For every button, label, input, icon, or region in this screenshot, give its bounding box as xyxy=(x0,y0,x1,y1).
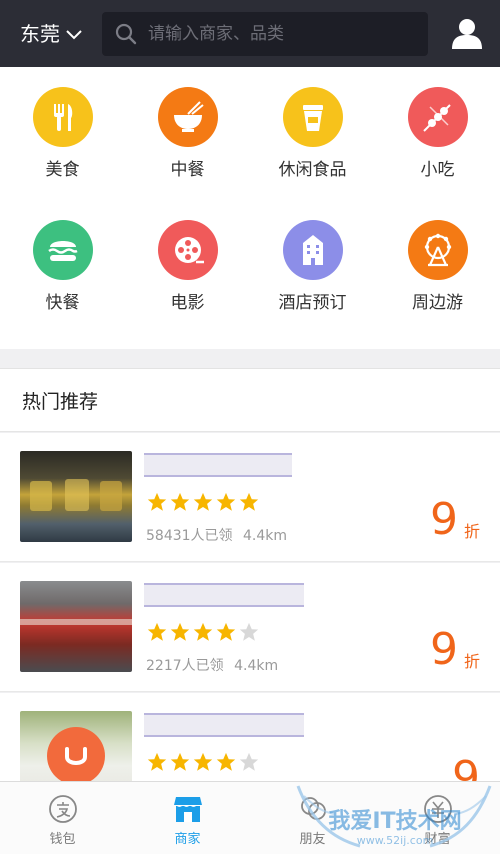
category-circle xyxy=(407,87,468,147)
category-zhoubian[interactable]: 周边游 xyxy=(375,220,500,315)
star-icon xyxy=(170,622,190,641)
category-label: 快餐 xyxy=(45,293,80,313)
star-icon xyxy=(147,752,167,771)
film-reel-icon xyxy=(174,237,204,264)
discount: 9 折 xyxy=(430,495,480,545)
fork-knife-icon xyxy=(53,104,72,131)
star-icon xyxy=(193,752,213,771)
bottom-nav: 钱包 商家 朋友 财富 xyxy=(0,781,500,854)
hotel-icon xyxy=(302,235,323,265)
claimed-count: 58431人已领 xyxy=(146,528,233,544)
category-circle xyxy=(32,87,93,147)
star-rating xyxy=(146,491,261,513)
user-profile-icon[interactable] xyxy=(450,16,484,50)
store-icon xyxy=(173,797,202,822)
category-grid: 美食 中餐 休闲食品 小吃 快餐 电影 酒店预订 周边游 xyxy=(0,67,500,349)
category-dianying[interactable]: 电影 xyxy=(125,220,250,315)
merchant-thumbnail xyxy=(20,451,132,542)
skewer-icon xyxy=(422,104,451,132)
chevron-down-icon xyxy=(66,30,82,40)
category-label: 酒店预订 xyxy=(278,293,347,313)
star-empty-icon xyxy=(239,752,259,771)
category-circle xyxy=(32,220,93,280)
cup-icon xyxy=(302,105,323,131)
star-icon xyxy=(216,622,236,641)
discount-unit: 折 xyxy=(463,652,480,671)
top-bar: 东莞 请输入商家、品类 xyxy=(0,0,500,67)
category-circle xyxy=(282,220,343,280)
redacted-name-bar xyxy=(144,583,304,607)
item-meta: 58431人已领 4.4km xyxy=(146,526,287,546)
star-icon xyxy=(193,492,213,511)
star-icon xyxy=(170,492,190,511)
star-rating xyxy=(146,751,261,773)
star-icon xyxy=(170,752,190,771)
redacted-name-bar xyxy=(144,453,292,477)
star-empty-icon xyxy=(239,622,259,641)
category-xiaochi[interactable]: 小吃 xyxy=(375,87,500,182)
ferris-wheel-icon xyxy=(424,233,451,267)
category-zhongcan[interactable]: 中餐 xyxy=(125,87,250,182)
star-icon xyxy=(239,492,259,511)
claimed-count: 2217人已领 xyxy=(146,658,224,674)
tab-label: 钱包 xyxy=(49,832,76,847)
merchant-thumbnail xyxy=(20,711,132,781)
app-logo-icon xyxy=(47,727,105,781)
search-icon xyxy=(115,23,137,45)
burger-icon xyxy=(47,241,78,261)
category-label: 休闲食品 xyxy=(278,160,347,180)
category-label: 小吃 xyxy=(420,160,455,180)
discount-value: 9 xyxy=(452,752,480,782)
tab-label: 朋友 xyxy=(299,832,326,847)
category-kuaican[interactable]: 快餐 xyxy=(0,220,125,315)
merchant-item[interactable]: 9 xyxy=(0,693,500,781)
category-jiudian[interactable]: 酒店预订 xyxy=(250,220,375,315)
discount-unit: 折 xyxy=(463,522,480,541)
wealth-icon xyxy=(423,795,452,823)
star-icon xyxy=(216,752,236,771)
tab-label: 商家 xyxy=(174,832,201,847)
merchant-thumbnail xyxy=(20,581,132,672)
category-label: 中餐 xyxy=(170,160,205,180)
city-selector[interactable]: 东莞 xyxy=(20,20,82,48)
merchant-item[interactable]: 58431人已领 4.4km 9 折 xyxy=(0,433,500,562)
category-circle xyxy=(157,87,218,147)
friends-icon xyxy=(300,797,326,820)
category-circle xyxy=(157,220,218,280)
star-icon xyxy=(147,492,167,511)
tab-wallet[interactable]: 钱包 xyxy=(0,782,125,854)
discount: 9 xyxy=(452,752,480,782)
category-xiuxian[interactable]: 休闲食品 xyxy=(250,87,375,182)
discount-value: 9 xyxy=(429,494,458,545)
tab-friends[interactable]: 朋友 xyxy=(250,782,375,854)
discount-value: 9 xyxy=(429,624,458,675)
item-meta: 2217人已领 4.4km xyxy=(146,656,278,676)
search-input[interactable]: 请输入商家、品类 xyxy=(102,12,428,56)
category-circle xyxy=(282,87,343,147)
tab-wealth[interactable]: 财富 xyxy=(375,782,500,854)
category-label: 美食 xyxy=(45,160,80,180)
discount: 9 折 xyxy=(430,625,480,675)
merchant-item[interactable]: 2217人已领 4.4km 9 折 xyxy=(0,563,500,692)
redacted-name-bar xyxy=(144,713,304,737)
wallet-icon xyxy=(48,795,77,823)
search-placeholder: 请输入商家、品类 xyxy=(148,24,284,44)
star-icon xyxy=(193,622,213,641)
section-title: 热门推荐 xyxy=(22,391,99,413)
hot-section-header: 热门推荐 xyxy=(0,368,500,432)
star-rating xyxy=(146,621,261,643)
star-icon xyxy=(147,622,167,641)
category-circle xyxy=(407,220,468,280)
bowl-icon xyxy=(173,101,204,132)
distance: 4.4km xyxy=(243,528,288,544)
city-label: 东莞 xyxy=(20,22,60,46)
category-label: 电影 xyxy=(170,293,205,313)
star-icon xyxy=(216,492,236,511)
tab-label: 财富 xyxy=(424,832,451,847)
tab-merchant[interactable]: 商家 xyxy=(125,782,250,854)
category-meishi[interactable]: 美食 xyxy=(0,87,125,182)
distance: 4.4km xyxy=(234,658,279,674)
category-label: 周边游 xyxy=(412,293,463,313)
